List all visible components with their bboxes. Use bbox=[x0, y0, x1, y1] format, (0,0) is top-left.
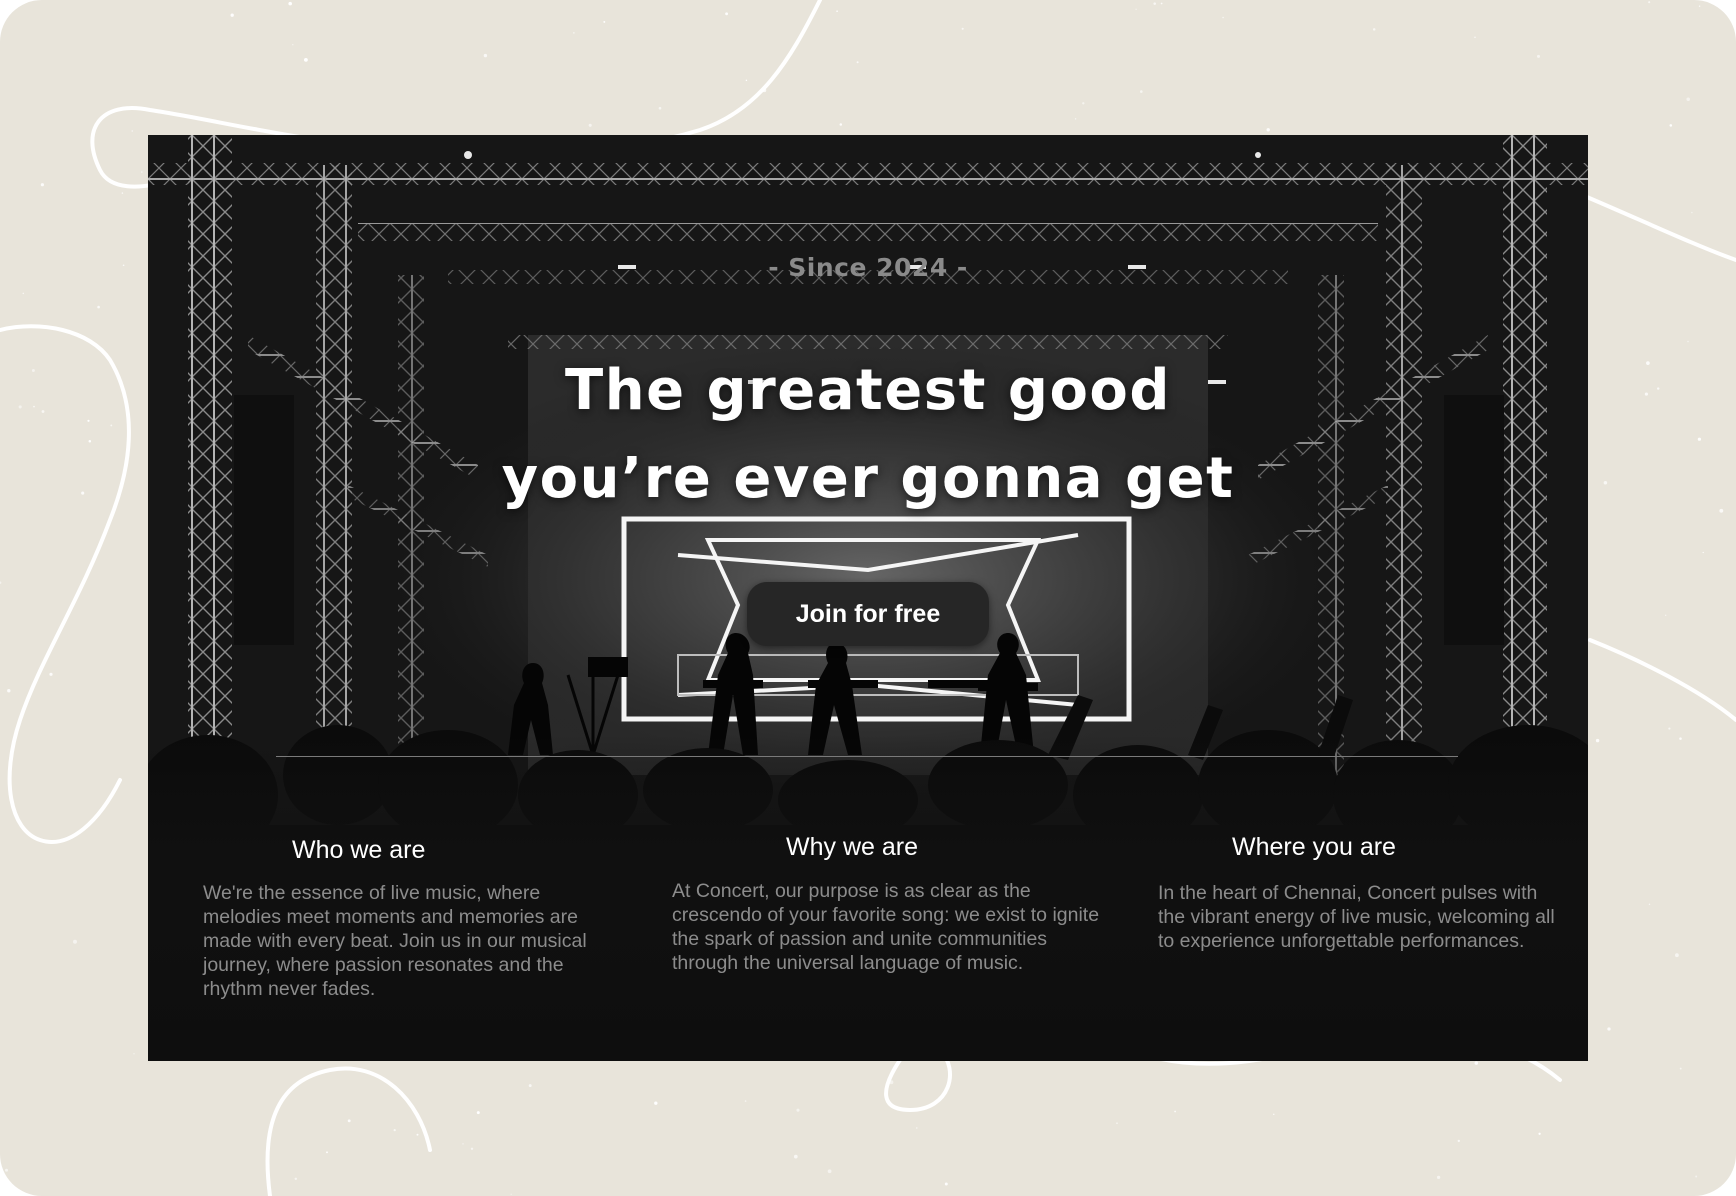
headline-line-1: The greatest good bbox=[565, 358, 1171, 423]
feature-title: Who we are bbox=[292, 836, 426, 864]
feature-title: Where you are bbox=[1232, 833, 1396, 861]
join-for-free-button[interactable]: Join for free bbox=[747, 582, 989, 646]
feature-text: In the heart of Chennai, Concert pulses … bbox=[1158, 882, 1555, 952]
headline-line-2: you’re ever gonna get bbox=[501, 446, 1235, 511]
feature-text: We're the essence of live music, where m… bbox=[203, 882, 587, 1000]
feature-title: Why we are bbox=[786, 833, 918, 861]
hero-headline: The greatest good you’re ever gonna get bbox=[148, 347, 1588, 523]
section-divider bbox=[276, 756, 1458, 757]
feature-text: At Concert, our purpose is as clear as t… bbox=[672, 880, 1100, 974]
since-tagline: - Since 2024 - bbox=[768, 253, 968, 282]
hero-card: - Since 2024 - The greatest good you’re … bbox=[148, 135, 1588, 1061]
